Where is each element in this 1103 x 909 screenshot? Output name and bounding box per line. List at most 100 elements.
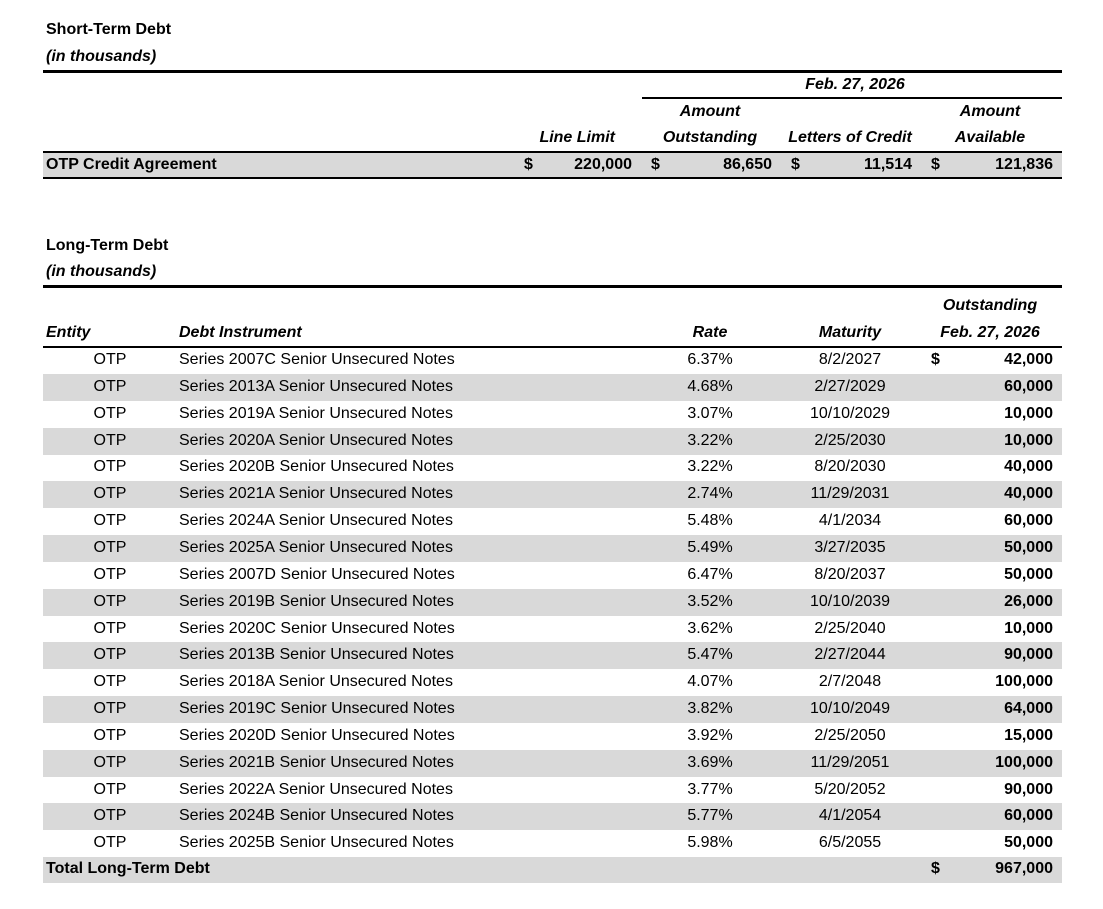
letters-of-credit-value: 11,514 (863, 156, 912, 173)
maturity-cell: 11/29/2031 (810, 485, 890, 502)
long-term-title: Long-Term Debt (46, 237, 169, 254)
short-term-title: Short-Term Debt (46, 21, 172, 38)
letters-of-credit-currency: $ (791, 156, 800, 173)
entity-cell: OTP (93, 405, 127, 422)
rate-cell: 3.92% (687, 727, 733, 744)
maturity-cell: 4/1/2034 (818, 512, 882, 529)
rate-cell: 5.47% (687, 646, 733, 663)
maturity-cell: 2/7/2048 (818, 673, 882, 690)
debt-instrument-cell: Series 2024B Senior Unsecured Notes (179, 807, 454, 824)
entity-cell: OTP (93, 566, 127, 583)
rate-cell: 3.82% (687, 700, 733, 717)
col-line-limit: Line Limit (539, 129, 615, 146)
debt-instrument-cell: Series 2025B Senior Unsecured Notes (179, 834, 454, 851)
col-maturity: Maturity (818, 324, 882, 341)
rate-cell: 2.74% (687, 485, 733, 502)
rate-cell: 6.47% (687, 566, 733, 583)
maturity-cell: 10/10/2029 (809, 405, 891, 422)
total-currency: $ (931, 860, 940, 877)
line-limit-currency: $ (524, 156, 533, 173)
outstanding-cell: 42,000 (1004, 351, 1053, 368)
debt-instrument-cell: Series 2021B Senior Unsecured Notes (179, 754, 454, 771)
outstanding-cell: 100,000 (995, 673, 1053, 690)
line-limit-value: 220,000 (574, 156, 632, 173)
rate-cell: 5.48% (687, 512, 733, 529)
entity-cell: OTP (93, 727, 127, 744)
rate-cell: 5.77% (687, 807, 733, 824)
debt-instrument-cell: Series 2021A Senior Unsecured Notes (179, 485, 453, 502)
short-term-bottom-rule (43, 177, 1062, 179)
total-long-term-debt-label: Total Long-Term Debt (46, 860, 210, 877)
outstanding-cell: 10,000 (1004, 620, 1053, 637)
outstanding-cell: 64,000 (1004, 700, 1053, 717)
rate-cell: 3.69% (687, 754, 733, 771)
outstanding-cell: 50,000 (1004, 834, 1053, 851)
outstanding-cell: 90,000 (1004, 646, 1053, 663)
maturity-cell: 2/25/2030 (814, 432, 886, 449)
maturity-cell: 3/27/2035 (814, 539, 886, 556)
debt-instrument-cell: Series 2007D Senior Unsecured Notes (179, 566, 455, 583)
short-term-subtitle: (in thousands) (46, 48, 157, 65)
long-term-header-rule (43, 346, 1062, 348)
col-outstanding-bottom: Feb. 27, 2026 (940, 324, 1040, 341)
outstanding-cell: 10,000 (1004, 405, 1053, 422)
entity-cell: OTP (93, 834, 127, 851)
col-amount-available-top: Amount (959, 103, 1021, 120)
col-entity: Entity (46, 324, 91, 341)
entity-cell: OTP (93, 539, 127, 556)
maturity-cell: 2/25/2050 (814, 727, 886, 744)
entity-cell: OTP (93, 485, 127, 502)
outstanding-cell: 40,000 (1004, 458, 1053, 475)
col-rate: Rate (692, 324, 728, 341)
maturity-cell: 2/27/2029 (814, 378, 886, 395)
maturity-cell: 8/20/2030 (814, 458, 886, 475)
maturity-cell: 6/5/2055 (818, 834, 882, 851)
maturity-cell: 8/2/2027 (818, 351, 882, 368)
outstanding-cell: 60,000 (1004, 807, 1053, 824)
maturity-cell: 5/20/2052 (814, 781, 886, 798)
long-term-top-rule (43, 285, 1062, 288)
entity-cell: OTP (93, 512, 127, 529)
col-amount-available-bottom: Available (954, 129, 1026, 146)
debt-instrument-cell: Series 2013A Senior Unsecured Notes (179, 378, 453, 395)
outstanding-cell: 40,000 (1004, 485, 1053, 502)
col-letters-of-credit: Letters of Credit (788, 129, 912, 146)
rate-cell: 3.07% (687, 405, 733, 422)
debt-instrument-cell: Series 2020A Senior Unsecured Notes (179, 432, 453, 449)
outstanding-cell: 50,000 (1004, 539, 1053, 556)
debt-instrument-cell: Series 2019B Senior Unsecured Notes (179, 593, 454, 610)
maturity-cell: 4/1/2054 (818, 807, 882, 824)
outstanding-currency: $ (931, 351, 940, 368)
date-header-rule (642, 97, 1062, 99)
rate-cell: 3.77% (687, 781, 733, 798)
entity-cell: OTP (93, 646, 127, 663)
outstanding-cell: 15,000 (1004, 727, 1053, 744)
outstanding-cell: 26,000 (1004, 593, 1053, 610)
rate-cell: 4.68% (687, 378, 733, 395)
entity-cell: OTP (93, 593, 127, 610)
maturity-cell: 10/10/2039 (809, 593, 891, 610)
entity-cell: OTP (93, 807, 127, 824)
entity-cell: OTP (93, 700, 127, 717)
debt-instrument-cell: Series 2022A Senior Unsecured Notes (179, 781, 453, 798)
debt-instrument-cell: Series 2018A Senior Unsecured Notes (179, 673, 453, 690)
long-term-subtitle: (in thousands) (46, 263, 157, 280)
rate-cell: 4.07% (687, 673, 733, 690)
outstanding-cell: 100,000 (995, 754, 1053, 771)
debt-instrument-cell: Series 2025A Senior Unsecured Notes (179, 539, 453, 556)
rate-cell: 6.37% (687, 351, 733, 368)
entity-cell: OTP (93, 458, 127, 475)
outstanding-cell: 60,000 (1004, 512, 1053, 529)
col-amount-outstanding-top: Amount (679, 103, 741, 120)
maturity-cell: 8/20/2037 (814, 566, 886, 583)
col-amount-outstanding-bottom: Outstanding (662, 129, 758, 146)
rate-cell: 3.22% (687, 458, 733, 475)
entity-cell: OTP (93, 620, 127, 637)
outstanding-cell: 10,000 (1004, 432, 1053, 449)
col-outstanding-top: Outstanding (942, 297, 1038, 314)
rate-cell: 3.62% (687, 620, 733, 637)
rate-cell: 5.49% (687, 539, 733, 556)
rate-cell: 3.52% (687, 593, 733, 610)
amount-available-currency: $ (931, 156, 940, 173)
amount-outstanding-value: 86,650 (723, 156, 772, 173)
